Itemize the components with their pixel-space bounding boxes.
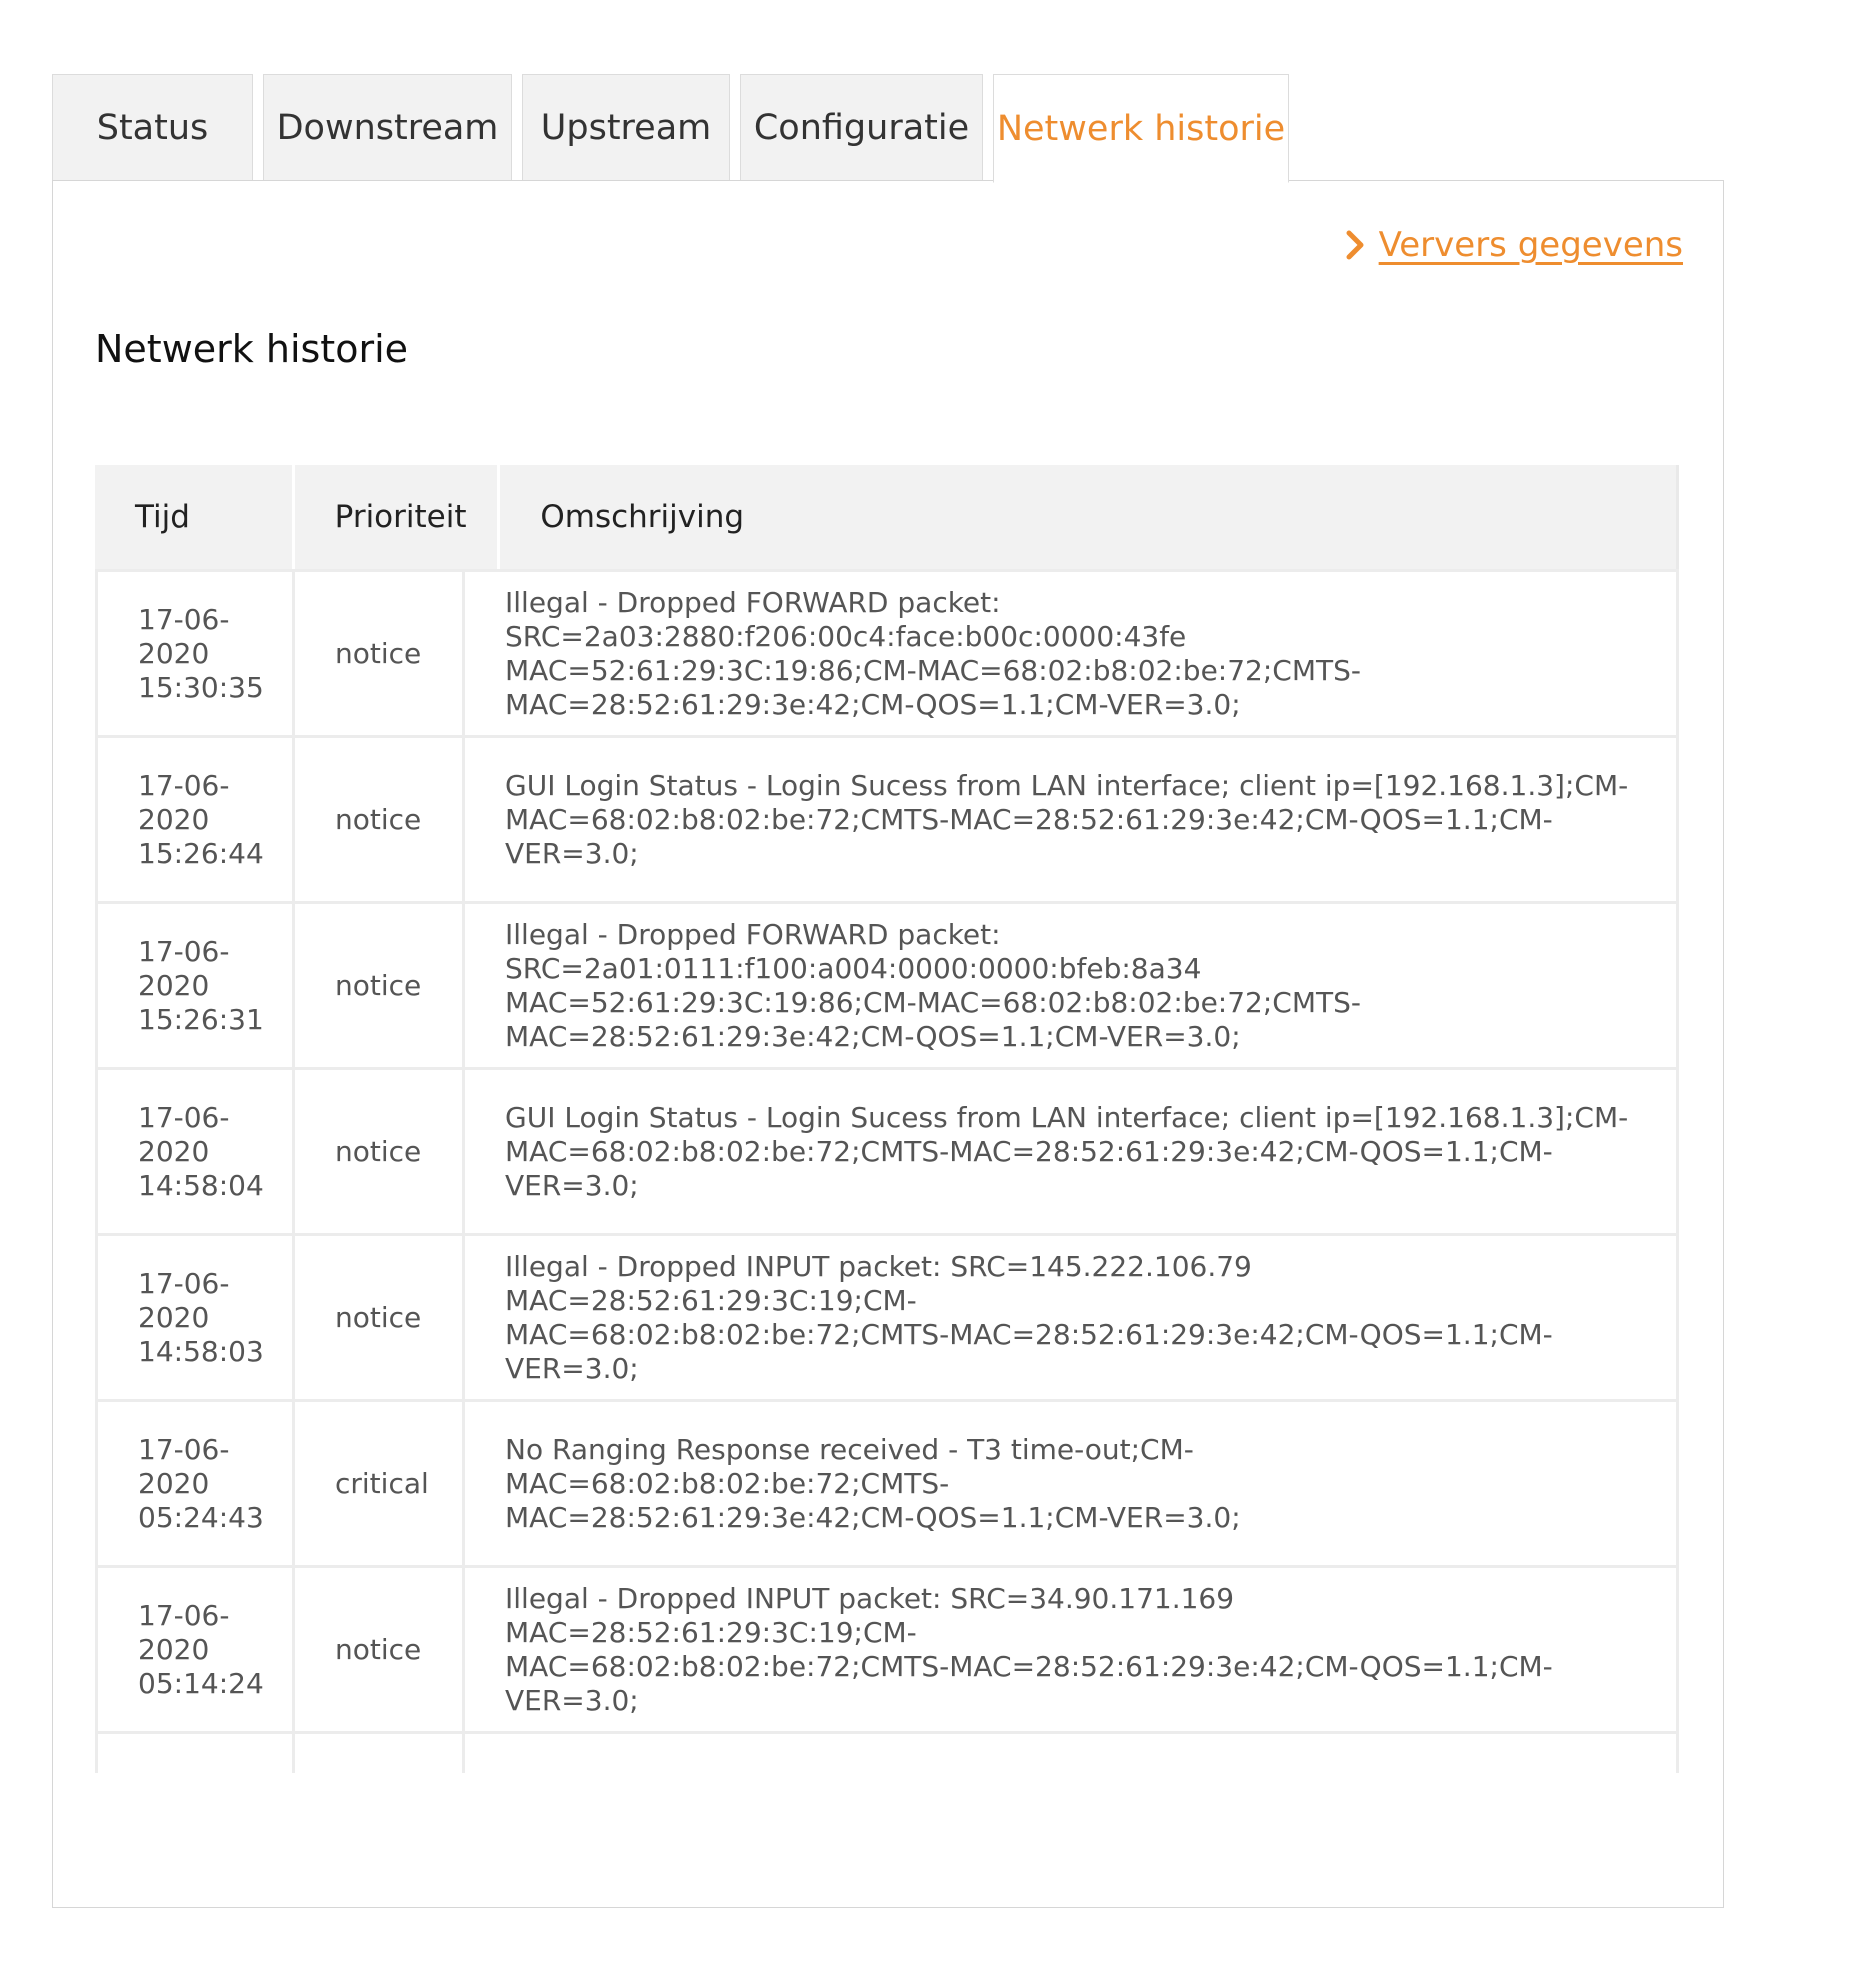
table-row bbox=[95, 1731, 1679, 1773]
cell-time: 17-06- 2020 14:58:03 bbox=[95, 1236, 295, 1399]
table-row: 17-06- 2020 15:26:31 notice Illegal - Dr… bbox=[95, 901, 1679, 1067]
refresh-label: Ververs gegevens bbox=[1378, 225, 1683, 265]
table-row: 17-06- 2020 14:58:03 notice Illegal - Dr… bbox=[95, 1233, 1679, 1399]
tab-status[interactable]: Status bbox=[52, 74, 253, 181]
tab-upstream[interactable]: Upstream bbox=[522, 74, 730, 181]
cell-priority bbox=[295, 1734, 465, 1773]
cell-description: Illegal - Dropped INPUT packet: SRC=145.… bbox=[465, 1236, 1679, 1399]
cell-description bbox=[465, 1734, 1679, 1773]
cell-time: 17-06- 2020 14:58:04 bbox=[95, 1070, 295, 1233]
table-row: 17-06- 2020 14:58:04 notice GUI Login St… bbox=[95, 1067, 1679, 1233]
chevron-right-icon bbox=[1346, 230, 1364, 260]
cell-time bbox=[95, 1734, 295, 1773]
cell-time: 17-06- 2020 15:26:31 bbox=[95, 904, 295, 1067]
history-table[interactable]: Tijd Prioriteit Omschrijving 17-06- 2020… bbox=[95, 465, 1679, 1773]
cell-description: GUI Login Status - Login Sucess from LAN… bbox=[465, 1070, 1679, 1233]
cell-time: 17-06- 2020 15:26:44 bbox=[95, 738, 295, 901]
table-header: Tijd Prioriteit Omschrijving bbox=[95, 465, 1679, 569]
cell-priority: critical bbox=[295, 1402, 465, 1565]
cell-priority: notice bbox=[295, 1568, 465, 1731]
cell-description: Illegal - Dropped FORWARD packet: SRC=2a… bbox=[465, 572, 1679, 735]
table-row: 17-06- 2020 05:24:43 critical No Ranging… bbox=[95, 1399, 1679, 1565]
tab-panel: Ververs gegevens Netwerk historie Tijd P… bbox=[52, 180, 1724, 1908]
refresh-link[interactable]: Ververs gegevens bbox=[1341, 225, 1683, 265]
cell-description: GUI Login Status - Login Sucess from LAN… bbox=[465, 738, 1679, 901]
page-title: Netwerk historie bbox=[95, 327, 409, 371]
table-row: 17-06- 2020 05:14:24 notice Illegal - Dr… bbox=[95, 1565, 1679, 1731]
cell-priority: notice bbox=[295, 572, 465, 735]
tab-netwerk-historie[interactable]: Netwerk historie bbox=[993, 74, 1289, 183]
column-header-tijd[interactable]: Tijd bbox=[95, 465, 295, 569]
cell-priority: notice bbox=[295, 904, 465, 1067]
cell-description: Illegal - Dropped INPUT packet: SRC=34.9… bbox=[465, 1568, 1679, 1731]
table-body: 17-06- 2020 15:30:35 notice Illegal - Dr… bbox=[95, 569, 1679, 1773]
table-row: 17-06- 2020 15:30:35 notice Illegal - Dr… bbox=[95, 569, 1679, 735]
cell-priority: notice bbox=[295, 1236, 465, 1399]
cell-description: No Ranging Response received - T3 time-o… bbox=[465, 1402, 1679, 1565]
column-header-omschrijving[interactable]: Omschrijving bbox=[500, 465, 1676, 569]
tab-configuratie[interactable]: Configuratie bbox=[740, 74, 983, 181]
column-header-prioriteit[interactable]: Prioriteit bbox=[295, 465, 501, 569]
cell-time: 17-06- 2020 05:14:24 bbox=[95, 1568, 295, 1731]
cell-time: 17-06- 2020 05:24:43 bbox=[95, 1402, 295, 1565]
cell-time: 17-06- 2020 15:30:35 bbox=[95, 572, 295, 735]
tab-downstream[interactable]: Downstream bbox=[263, 74, 512, 181]
cell-description: Illegal - Dropped FORWARD packet: SRC=2a… bbox=[465, 904, 1679, 1067]
table-row: 17-06- 2020 15:26:44 notice GUI Login St… bbox=[95, 735, 1679, 901]
cell-priority: notice bbox=[295, 1070, 465, 1233]
cell-priority: notice bbox=[295, 738, 465, 901]
